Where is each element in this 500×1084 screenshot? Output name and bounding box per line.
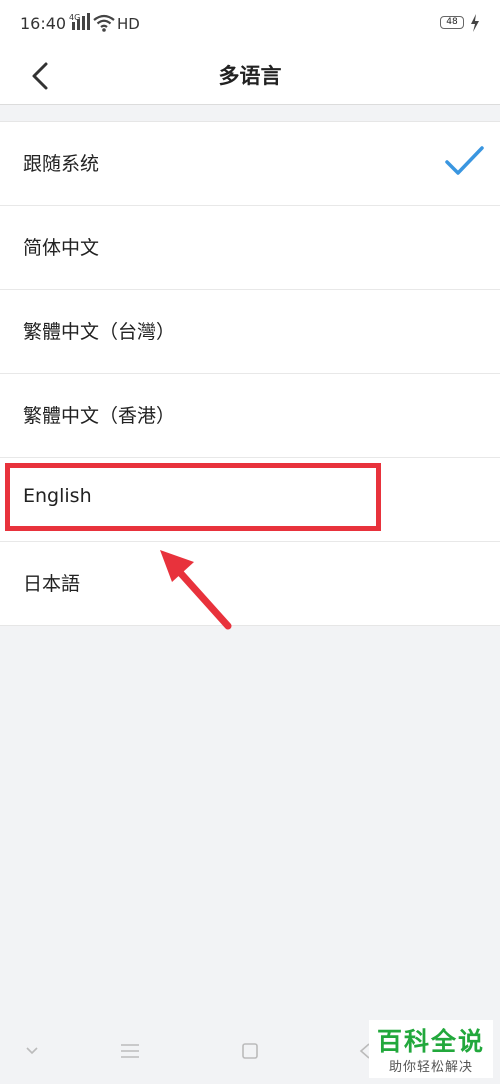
hd-badge: HD xyxy=(117,15,140,33)
language-list: 跟随系统 简体中文 繁體中文（台灣） 繁體中文（香港） English 日本語 xyxy=(0,121,500,626)
language-option-follow-system[interactable]: 跟随系统 xyxy=(0,122,500,206)
page-title: 多语言 xyxy=(218,64,282,88)
annotation-arrow-icon xyxy=(160,550,232,630)
watermark-title: 百科全说 xyxy=(376,1027,485,1056)
language-option-traditional-chinese-taiwan[interactable]: 繁體中文（台灣） xyxy=(0,290,500,374)
language-label: 简体中文 xyxy=(23,237,100,259)
annotation-highlight-box xyxy=(5,463,381,531)
status-bar: 16:40 4G HD 48 xyxy=(0,0,500,48)
language-option-simplified-chinese[interactable]: 简体中文 xyxy=(0,206,500,290)
menu-button[interactable] xyxy=(120,1042,140,1060)
language-label: 繁體中文（台灣） xyxy=(23,321,176,343)
charging-icon xyxy=(471,14,479,32)
status-time: 16:40 xyxy=(20,14,67,33)
header-divider xyxy=(0,104,500,105)
language-label: 日本語 xyxy=(23,573,81,595)
navigation-bar: 多语言 xyxy=(0,48,500,104)
wifi-icon xyxy=(93,14,115,32)
battery-icon: 48 xyxy=(440,16,464,29)
chevron-down-icon[interactable] xyxy=(24,1042,40,1058)
language-option-traditional-chinese-hongkong[interactable]: 繁體中文（香港） xyxy=(0,374,500,458)
checkmark-icon xyxy=(445,146,484,175)
watermark-logo: 百科全说 助你轻松解决 xyxy=(369,1020,493,1078)
home-button[interactable] xyxy=(241,1042,259,1060)
language-label: 繁體中文（香港） xyxy=(23,405,176,427)
watermark-subtitle: 助你轻松解决 xyxy=(388,1060,473,1075)
language-label: 跟随系统 xyxy=(23,153,100,175)
language-option-japanese[interactable]: 日本語 xyxy=(0,542,500,625)
